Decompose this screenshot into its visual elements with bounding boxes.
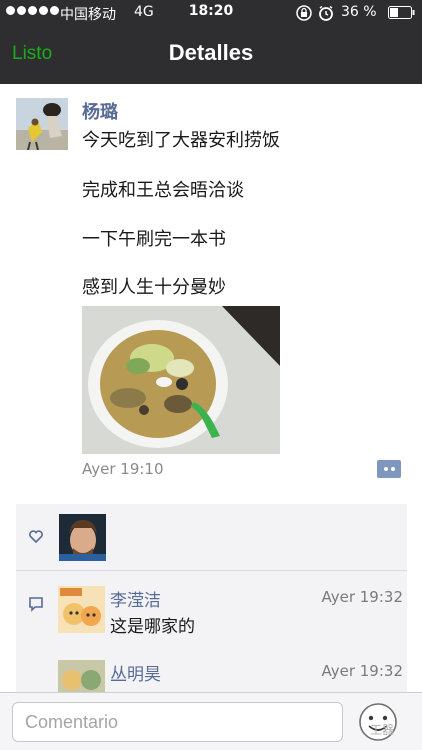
author-name[interactable]: 杨璐 bbox=[82, 98, 118, 124]
watermark: 工器 bbox=[370, 723, 395, 737]
comment-input-bar: 工器 bbox=[0, 692, 422, 750]
comment-input[interactable] bbox=[12, 702, 343, 742]
comment-icon bbox=[29, 597, 43, 612]
post-detail[interactable]: 杨璐 今天吃到了大器安利捞饭 完成和王总会晤洽谈 一下午刷完一本书 感到人生十分… bbox=[0, 84, 422, 692]
post-text-line: 完成和王总会晤洽谈 bbox=[82, 180, 244, 201]
comment-item[interactable]: 李滢洁 Ayer 19:32 这是哪家的 bbox=[58, 586, 403, 637]
post-text-line: 今天吃到了大器安利捞饭 bbox=[82, 130, 280, 151]
comment-item[interactable]: 丛明昊 Ayer 19:32 bbox=[58, 660, 403, 692]
post-text-line: 一下午刷完一本书 bbox=[82, 229, 226, 250]
commenter-name[interactable]: 丛明昊 bbox=[110, 660, 161, 685]
author-avatar[interactable] bbox=[16, 98, 68, 150]
page-title: Detalles bbox=[168, 40, 254, 65]
heart-icon bbox=[29, 530, 43, 544]
battery-percent: 36 % bbox=[341, 4, 377, 20]
alarm-icon bbox=[319, 5, 333, 21]
post-text-line: 感到人生十分曼妙 bbox=[82, 277, 226, 298]
comment-timestamp: Ayer 19:32 bbox=[321, 588, 403, 606]
more-icon[interactable] bbox=[377, 460, 401, 478]
commenter-avatar[interactable] bbox=[58, 586, 105, 633]
likes-row bbox=[16, 512, 407, 564]
comment-timestamp: Ayer 19:32 bbox=[321, 662, 403, 680]
nav-bar: Listo Detalles bbox=[0, 26, 422, 84]
liker-avatar[interactable] bbox=[59, 514, 106, 561]
divider bbox=[16, 570, 407, 571]
comment-text: 这是哪家的 bbox=[110, 617, 195, 637]
battery-icon bbox=[388, 6, 415, 19]
commenter-name[interactable]: 李滢洁 bbox=[110, 586, 161, 611]
commenter-avatar[interactable] bbox=[58, 660, 105, 692]
status-bar: 中国移动 4G 18:20 36 % bbox=[0, 0, 422, 26]
lock-rotation-icon bbox=[296, 5, 312, 21]
post-timestamp: Ayer 19:10 bbox=[82, 460, 164, 478]
post-photo[interactable] bbox=[82, 306, 280, 454]
comment-area: 李滢洁 Ayer 19:32 这是哪家的 丛明昊 Ayer 19:32 bbox=[16, 504, 407, 692]
